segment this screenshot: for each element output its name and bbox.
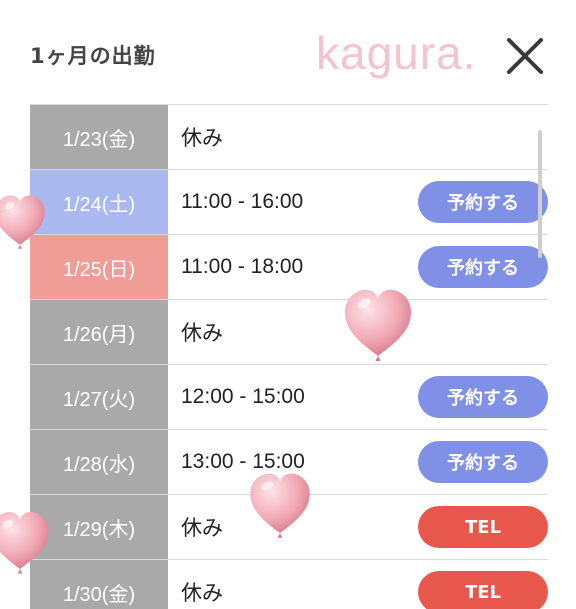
schedule-hours: 休み [181,127,223,150]
reserve-button[interactable]: 予約する [418,246,548,288]
schedule-date: 1/30(金) [30,560,168,609]
schedule-row: 1/25(日) 11:00 - 18:00 予約する [30,234,548,299]
brand-logo: kagura. [316,27,477,79]
reserve-button[interactable]: 予約する [418,376,548,418]
schedule-date: 1/24(土) [30,170,168,234]
tel-button[interactable]: TEL [418,506,548,548]
schedule-row: 1/26(月) 休み [30,299,548,364]
close-button[interactable] [505,36,545,76]
heart-balloon-icon [0,512,49,574]
close-icon [507,38,543,74]
schedule-row: 1/27(火) 12:00 - 15:00 予約する [30,364,548,429]
tel-button[interactable]: TEL [418,571,548,609]
modal-title: 1ヶ月の出勤 [30,44,156,68]
schedule-date: 1/27(火) [30,365,168,429]
schedule-date: 1/23(金) [30,105,168,169]
reserve-button[interactable]: 予約する [418,181,548,223]
schedule-row: 1/23(金) 休み [30,104,548,169]
schedule-date: 1/26(月) [30,300,168,364]
scrollbar[interactable] [538,130,542,258]
schedule-modal: 1ヶ月の出勤 kagura. 1/23(金) 休み 1/24(土) 11:00 … [0,0,576,609]
schedule-row: 1/24(土) 11:00 - 16:00 予約する [30,169,548,234]
heart-balloon-icon [250,473,310,538]
schedule-row: 1/30(金) 休み TEL [30,559,548,609]
heart-balloon-icon [0,195,45,249]
schedule-date: 1/29(木) [30,495,168,559]
reserve-button[interactable]: 予約する [418,441,548,483]
schedule-date: 1/25(日) [30,235,168,299]
heart-balloon-icon [344,289,412,362]
schedule-date: 1/28(水) [30,430,168,494]
